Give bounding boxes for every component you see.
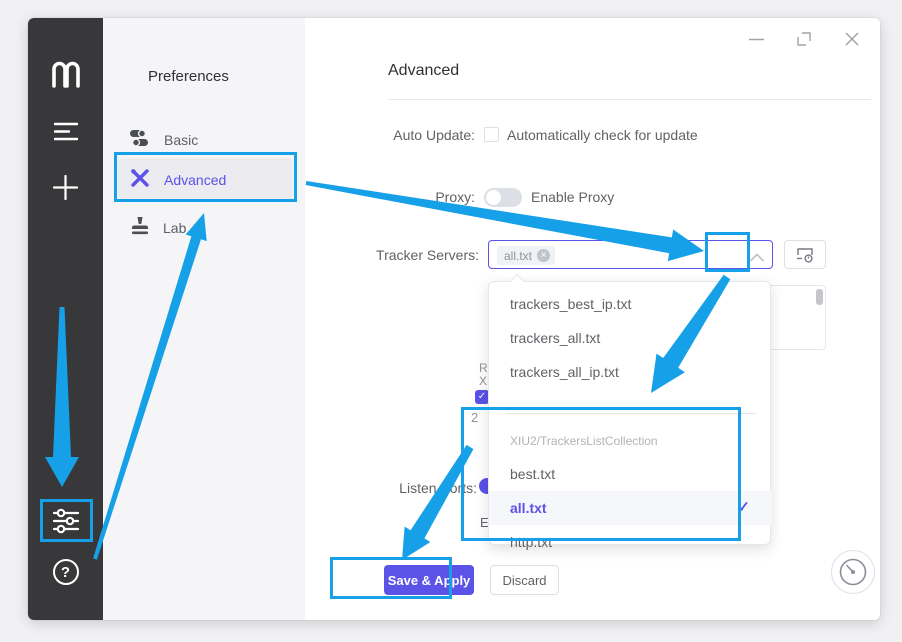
preferences-panel: Preferences Basic Advanced — [103, 18, 305, 620]
check-icon: ✓ — [737, 491, 750, 525]
preferences-sliders-icon[interactable] — [28, 506, 103, 541]
lab-stamp-icon — [131, 216, 149, 240]
app-sidebar: ? — [28, 18, 103, 620]
app-window: ? Preferences Basic Advanced — [28, 18, 880, 620]
discard-button[interactable]: Discard — [490, 565, 559, 595]
main-panel: Advanced Auto Update: Automatically chec… — [305, 18, 880, 620]
preferences-title: Preferences — [148, 68, 229, 85]
occluded-text-fragment: 2 — [471, 410, 478, 425]
help-icon[interactable]: ? — [28, 559, 103, 585]
title-divider — [388, 99, 871, 100]
task-list-icon[interactable] — [28, 122, 103, 146]
auto-update-checkbox[interactable] — [484, 127, 499, 142]
chevron-up-icon[interactable] — [750, 249, 764, 267]
window-controls — [746, 28, 862, 50]
sidebar-item-basic[interactable]: Basic — [118, 118, 293, 162]
occluded-text-fragment: R — [479, 361, 488, 375]
tag-label: all.txt — [504, 249, 532, 263]
sidebar-item-advanced[interactable]: Advanced — [118, 158, 293, 202]
dropdown-option[interactable]: best.txt — [489, 457, 772, 491]
dropdown-divider — [506, 413, 756, 414]
occluded-checkbox-fragment: ✓ — [475, 390, 489, 404]
selected-tag: all.txt × — [497, 246, 555, 265]
help-question-glyph: ? — [53, 559, 79, 585]
dropdown-option[interactable]: trackers_all_ip.txt — [489, 355, 772, 389]
sidebar-item-label: Basic — [164, 132, 198, 148]
sidebar-item-label: Advanced — [164, 172, 226, 188]
close-button[interactable] — [842, 28, 862, 50]
proxy-label: Proxy: — [315, 189, 475, 205]
tracker-servers-select[interactable]: all.txt × — [488, 240, 773, 269]
dropdown-option[interactable]: trackers_best_ip.txt — [489, 287, 772, 321]
proxy-toggle[interactable] — [484, 188, 522, 207]
sidebar-item-label: Lab — [163, 220, 186, 236]
advanced-tools-icon — [130, 168, 150, 193]
save-apply-button[interactable]: Save & Apply — [384, 565, 474, 595]
listen-ports-label: Listen Ports: — [317, 480, 477, 496]
basic-toggles-icon — [130, 129, 150, 152]
minimize-button[interactable] — [746, 28, 766, 50]
toggle-knob — [486, 190, 501, 205]
auto-update-label: Auto Update: — [315, 127, 475, 143]
dropdown-group-label: XIU2/TrackersListCollection — [510, 434, 658, 448]
dropdown-option-selected[interactable]: all.txt ✓ — [489, 491, 772, 525]
proxy-toggle-label: Enable Proxy — [531, 189, 614, 205]
restore-button[interactable] — [794, 28, 814, 50]
tracker-dropdown: trackers_best_ip.txt trackers_all.txt tr… — [488, 281, 771, 545]
textarea-scrollbar[interactable] — [816, 289, 823, 305]
tag-remove-icon[interactable]: × — [537, 249, 550, 262]
sync-trackers-button[interactable] — [784, 240, 826, 269]
speed-gauge-button[interactable] — [831, 550, 875, 594]
dropdown-option[interactable]: http.txt — [489, 525, 772, 559]
page-title: Advanced — [388, 62, 459, 80]
option-label: all.txt — [510, 500, 547, 516]
sidebar-item-lab[interactable]: Lab — [118, 206, 293, 250]
motrix-logo-icon — [28, 60, 103, 93]
dropdown-option[interactable]: trackers_all.txt — [489, 321, 772, 355]
auto-update-checkbox-label: Automatically check for update — [507, 127, 698, 143]
tracker-servers-label: Tracker Servers: — [319, 247, 479, 263]
occluded-text-fragment: X — [479, 374, 487, 388]
add-task-icon[interactable] — [28, 175, 103, 205]
